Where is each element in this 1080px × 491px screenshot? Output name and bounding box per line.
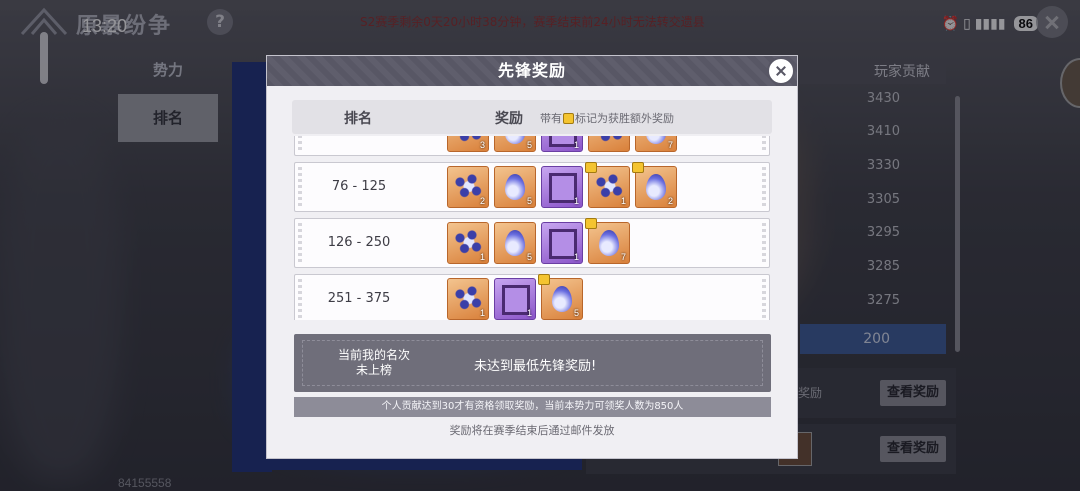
water-drop-icon <box>552 286 572 312</box>
water-drop-icon <box>505 230 525 256</box>
crown-icon <box>538 274 550 285</box>
item-quantity: 1 <box>573 196 579 206</box>
reward-item[interactable]: 2 <box>447 166 489 208</box>
water-drop-icon <box>599 230 619 256</box>
water-drop-icon <box>505 174 525 200</box>
my-rank-message: 未达到最低先锋奖励! <box>474 359 597 374</box>
reward-item[interactable]: 1 <box>541 222 583 264</box>
rank-range: 251 - 375 <box>327 291 391 306</box>
reward-items: 1517 <box>447 218 630 264</box>
vanguard-reward-dialog: 先锋奖励 排名 奖励 带有 标记为获胜额外奖励 3517 76 - 125 25… <box>266 55 798 459</box>
water-drop-icon <box>646 136 666 144</box>
my-rank-label: 当前我的名次 未上榜 <box>304 348 444 378</box>
crown-icon <box>632 162 644 173</box>
item-quantity: 1 <box>526 308 532 318</box>
beads-icon <box>595 136 625 147</box>
reward-items: 2 5 1 1 2 <box>447 162 677 208</box>
rank-range: 76 - 125 <box>331 179 387 194</box>
reward-item[interactable]: 5 <box>494 222 536 264</box>
item-quantity: 5 <box>526 252 532 262</box>
water-drop-icon <box>646 174 666 200</box>
frame-icon <box>502 285 530 315</box>
rank-range: 126 - 250 <box>327 235 391 250</box>
item-quantity: 5 <box>526 196 532 206</box>
footer-note: 奖励将在赛季结束后通过邮件发放 <box>449 424 615 437</box>
item-quantity: 7 <box>620 252 626 262</box>
my-rank-status: 未上榜 <box>355 363 392 377</box>
reward-items: 3 5 1 7 <box>447 136 677 152</box>
reward-item[interactable]: 5 <box>538 274 583 320</box>
reward-item[interactable]: 5 <box>494 136 536 152</box>
reward-item[interactable]: 1 <box>447 222 489 264</box>
my-rank-title: 当前我的名次 <box>337 348 410 362</box>
reward-item[interactable] <box>588 136 630 152</box>
frame-icon <box>549 173 577 203</box>
crown-icon <box>585 218 597 229</box>
table-row: 126 - 250 1517 <box>294 218 770 268</box>
reward-item[interactable]: 5 <box>494 166 536 208</box>
bonus-note: 带有 标记为获胜额外奖励 <box>540 110 674 126</box>
item-quantity: 1 <box>620 196 626 206</box>
bonus-note-suffix: 标记为获胜额外奖励 <box>575 112 674 125</box>
item-quantity: 7 <box>667 140 673 150</box>
reward-item[interactable]: 7 <box>635 136 677 152</box>
table-row: 76 - 125 2 5 1 1 2 <box>294 162 770 212</box>
reward-item[interactable]: 1 <box>541 166 583 208</box>
close-icon[interactable] <box>767 57 795 85</box>
frame-icon <box>549 229 577 259</box>
reward-item[interactable]: 1 <box>494 278 536 320</box>
item-quantity: 1 <box>573 140 579 150</box>
item-quantity: 1 <box>479 252 485 262</box>
table-row: 251 - 375 1 1 5 <box>294 274 770 320</box>
column-reward: 奖励 <box>495 111 523 127</box>
item-quantity: 1 <box>479 308 485 318</box>
reward-item[interactable]: 3 <box>447 136 489 152</box>
reward-table-header: 排名 奖励 带有 标记为获胜额外奖励 <box>292 100 772 134</box>
bonus-note-prefix: 带有 <box>540 112 562 125</box>
frame-icon <box>549 136 577 147</box>
requirement-note: 个人贡献达到30才有资格领取奖励，当前本势力可领奖人数为850人 <box>294 397 771 417</box>
table-row: 3 5 1 7 <box>294 136 770 156</box>
item-quantity: 3 <box>479 140 485 150</box>
item-quantity: 1 <box>573 252 579 262</box>
reward-item[interactable]: 1 <box>541 136 583 152</box>
item-quantity: 5 <box>526 140 532 150</box>
column-rank: 排名 <box>344 111 372 127</box>
crown-icon <box>563 112 574 124</box>
reward-list[interactable]: 3517 76 - 125 25112 126 - 250 1517 251 -… <box>292 136 772 320</box>
dialog-title: 先锋奖励 <box>497 61 566 80</box>
my-rank-panel: 当前我的名次 未上榜 未达到最低先锋奖励! <box>294 334 771 392</box>
reward-item[interactable]: 2 <box>632 162 677 208</box>
item-quantity: 2 <box>667 196 673 206</box>
water-drop-icon <box>505 136 525 144</box>
reward-item[interactable]: 1 <box>447 278 489 320</box>
item-quantity: 2 <box>479 196 485 206</box>
dialog-header: 先锋奖励 <box>267 56 797 86</box>
crown-icon <box>585 162 597 173</box>
reward-items: 1 1 5 <box>447 274 583 320</box>
reward-item[interactable]: 7 <box>585 218 630 264</box>
reward-item[interactable]: 1 <box>585 162 630 208</box>
item-quantity: 5 <box>573 308 579 318</box>
